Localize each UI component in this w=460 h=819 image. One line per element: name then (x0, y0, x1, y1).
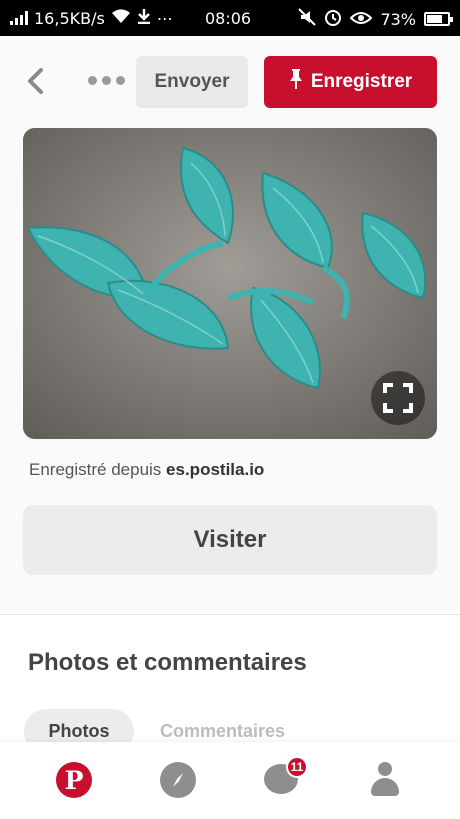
expand-image-icon[interactable] (371, 371, 425, 425)
send-button[interactable]: Envoyer (136, 56, 248, 108)
divider (0, 614, 460, 615)
mute-icon (298, 8, 317, 30)
alarm-icon (324, 8, 342, 30)
pin-toolbar: Envoyer Enregistrer (0, 36, 460, 126)
wifi-icon (111, 8, 131, 28)
home-pinterest-icon[interactable]: P (56, 762, 92, 798)
pin-detail: Enregistré depuis es.postila.io Visiter (0, 126, 460, 610)
home-glyph: P (64, 765, 84, 795)
explore-compass-icon[interactable] (160, 762, 196, 798)
pin-icon (289, 68, 303, 96)
signal-icon (10, 11, 28, 25)
notification-badge: 11 (286, 756, 308, 778)
clock: 08:06 (205, 9, 252, 28)
save-button-label: Enregistrer (310, 71, 413, 92)
back-icon[interactable] (22, 66, 52, 96)
profile-icon[interactable] (368, 762, 402, 800)
visit-button[interactable]: Visiter (23, 505, 437, 575)
battery-percent: 73% (380, 9, 416, 29)
saved-from-text: Enregistré depuis es.postila.io (29, 460, 264, 480)
pin-image[interactable] (23, 128, 437, 439)
status-bar: 16,5KB/s ⋯ 08:06 73% (0, 0, 460, 36)
bottom-navigation: P 11 (0, 742, 460, 819)
eye-icon (350, 10, 373, 29)
battery-icon (424, 12, 453, 26)
more-notifications-icon: ⋯ (156, 8, 173, 28)
source-domain-link[interactable]: es.postila.io (166, 460, 264, 479)
save-button[interactable]: Enregistrer (264, 56, 437, 108)
saved-from-prefix: Enregistré depuis (29, 460, 162, 479)
section-title: Photos et commentaires (28, 649, 307, 676)
network-speed: 16,5KB/s (34, 8, 105, 28)
download-icon (137, 8, 151, 28)
tab-comments[interactable]: Commentaires (160, 721, 285, 742)
more-options-icon[interactable] (88, 76, 125, 85)
